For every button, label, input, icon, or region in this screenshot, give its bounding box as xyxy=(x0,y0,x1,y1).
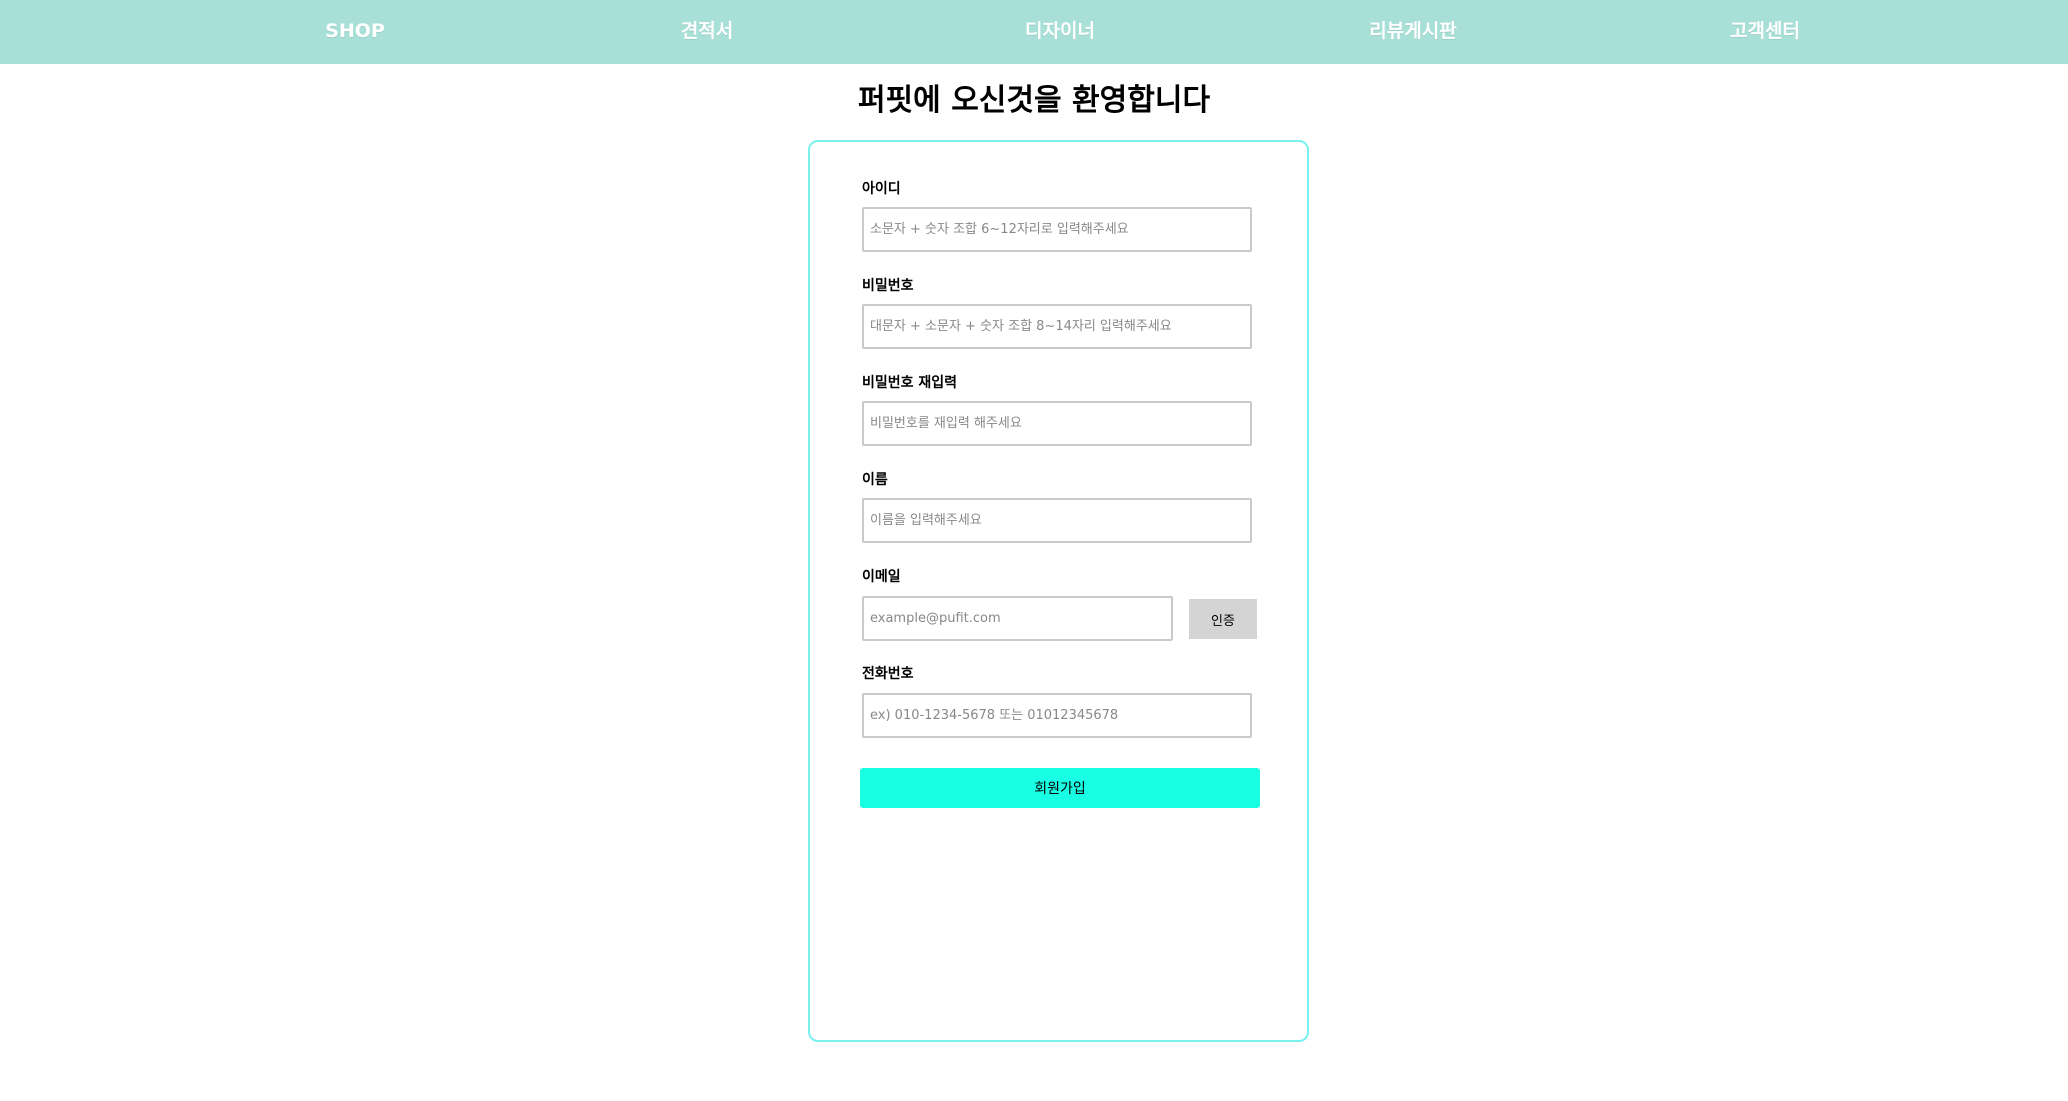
id-input[interactable] xyxy=(862,207,1252,252)
signup-submit-button[interactable]: 회원가입 xyxy=(860,768,1260,808)
top-navigation-bar: SHOP 견적서 디자이너 리뷰게시판 고객센터 xyxy=(0,0,2068,64)
password-input[interactable] xyxy=(862,304,1252,349)
password-confirm-input[interactable] xyxy=(862,401,1252,446)
email-label: 이메일 xyxy=(862,569,901,585)
name-label: 이름 xyxy=(862,472,888,488)
name-input[interactable] xyxy=(862,498,1252,543)
nav-item-designer[interactable]: 디자이너 xyxy=(960,16,1160,46)
nav-item-estimate[interactable]: 견적서 xyxy=(607,16,807,46)
phone-input[interactable] xyxy=(862,693,1252,738)
page-title: 퍼핏에 오신것을 환영합니다 xyxy=(857,83,1211,118)
password-label: 비밀번호 xyxy=(862,278,914,294)
nav-item-review-board[interactable]: 리뷰게시판 xyxy=(1313,16,1513,46)
id-label: 아이디 xyxy=(862,181,901,197)
phone-label: 전화번호 xyxy=(862,666,914,682)
email-verify-button[interactable]: 인증 xyxy=(1189,599,1257,639)
email-input[interactable] xyxy=(862,596,1173,641)
nav-item-customer-center[interactable]: 고객센터 xyxy=(1665,16,1865,46)
nav-item-shop[interactable]: SHOP xyxy=(255,16,455,46)
password-confirm-label: 비밀번호 재입력 xyxy=(862,375,958,391)
